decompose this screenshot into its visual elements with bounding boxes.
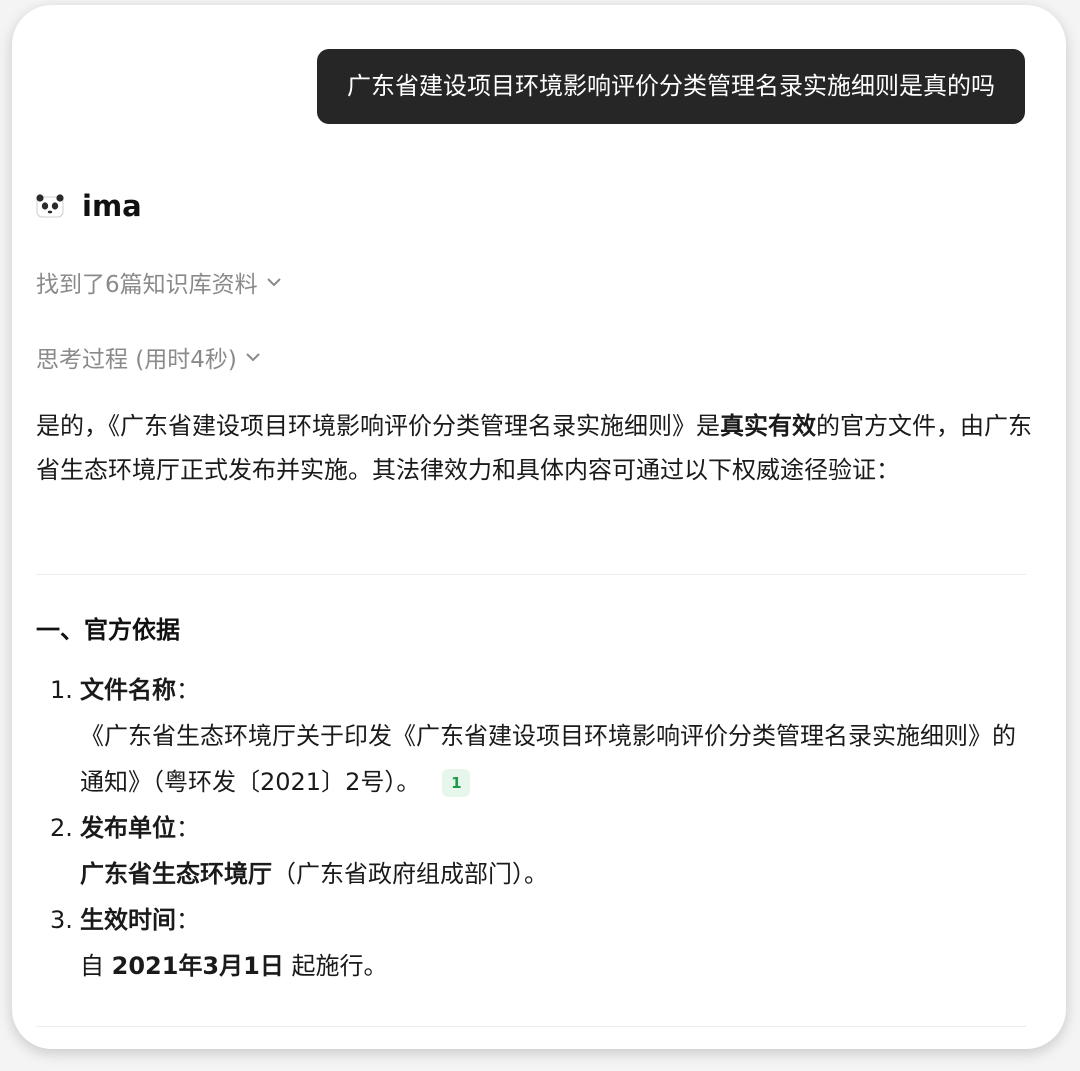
intro-emphasis: 真实有效 <box>720 412 816 440</box>
chat-panel: 广东省建设项目环境影响评价分类管理名录实施细则是真的吗 ima 找到了6篇知识库… <box>12 5 1066 1049</box>
thinking-process-toggle[interactable]: 思考过程 (用时4秒) <box>36 340 261 374</box>
citation-badge[interactable]: 1 <box>442 769 471 797</box>
knowledge-sources-toggle[interactable]: 找到了6篇知识库资料 <box>36 265 282 299</box>
item-body: 广东省生态环境厅（广东省政府组成部门）。 <box>80 860 548 888</box>
item-label: 发布单位： <box>80 814 200 842</box>
user-message-bubble: 广东省建设项目环境影响评价分类管理名录实施细则是真的吗 <box>317 49 1025 124</box>
chevron-down-icon <box>266 278 281 287</box>
section-title: 一、官方依据 <box>36 616 180 644</box>
intro-prefix: 是的，《广东省建设项目环境影响评价分类管理名录实施细则》是 <box>36 412 720 440</box>
divider <box>36 574 1026 575</box>
list-number: 2. <box>50 814 73 842</box>
assistant-header: ima <box>36 189 142 223</box>
panda-avatar-icon <box>36 194 64 218</box>
assistant-name: ima <box>82 189 142 223</box>
list-item: 1. 文件名称： 《广东省生态环境厅关于印发《广东省建设项目环境影响评价分类管理… <box>36 667 1034 805</box>
knowledge-sources-label: 找到了6篇知识库资料 <box>36 272 258 298</box>
item-body: 自 2021年3月1日 起施行。 <box>80 952 388 980</box>
item-body: 《广东省生态环境厅关于印发《广东省建设项目环境影响评价分类管理名录实施细则》的通… <box>80 722 1016 797</box>
list-item: 3. 生效时间： 自 2021年3月1日 起施行。 <box>36 897 1034 989</box>
list-number: 3. <box>50 906 73 934</box>
chevron-down-icon <box>246 353 260 362</box>
answer-intro: 是的，《广东省建设项目环境影响评价分类管理名录实施细则》是真实有效的官方文件，由… <box>36 404 1034 492</box>
list-item: 2. 发布单位： 广东省生态环境厅（广东省政府组成部门）。 <box>36 805 1034 897</box>
list-number: 1. <box>50 676 73 704</box>
item-label: 文件名称： <box>80 676 200 704</box>
official-basis-list: 1. 文件名称： 《广东省生态环境厅关于印发《广东省建设项目环境影响评价分类管理… <box>36 667 1034 989</box>
item-label: 生效时间： <box>80 906 200 934</box>
divider <box>36 1026 1026 1027</box>
thinking-process-label: 思考过程 (用时4秒) <box>36 347 237 373</box>
